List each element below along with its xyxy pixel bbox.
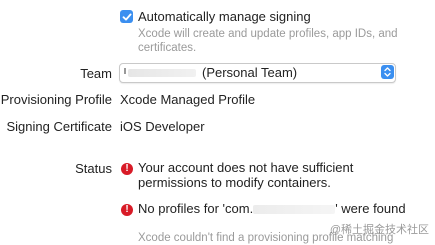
provisioning-profile-label: Provisioning Profile (0, 92, 112, 107)
checkmark-icon (122, 13, 131, 20)
status-error-message: Your account does not have sufficient pe… (138, 160, 354, 190)
team-value-suffix: (Personal Team) (202, 65, 298, 80)
provisioning-profile-value: Xcode Managed Profile (120, 92, 256, 107)
error-suffix: ' were found (335, 201, 406, 216)
team-select[interactable]: (Personal Team) (119, 63, 396, 83)
auto-manage-signing-hint: Xcode will create and update profiles, a… (138, 28, 398, 54)
signing-certificate-value: iOS Developer (120, 119, 205, 134)
auto-manage-signing-checkbox[interactable] (120, 10, 133, 23)
error-icon: ! (121, 204, 133, 216)
team-label: Team (80, 66, 112, 81)
auto-manage-signing-label[interactable]: Automatically manage signing (138, 9, 311, 24)
status-label: Status (75, 161, 112, 176)
status-error-message: No profiles for 'com. ' were found (138, 201, 408, 216)
team-name-redacted (128, 69, 196, 77)
error-icon: ! (121, 163, 133, 175)
select-stepper-icon[interactable] (381, 65, 394, 79)
watermark: @稀土掘金技术社区 (329, 224, 429, 236)
signing-certificate-label: Signing Certificate (6, 119, 113, 134)
redacted-marker (124, 68, 126, 74)
error-prefix: No profiles for 'com. (138, 201, 254, 216)
bundle-id-redacted (253, 205, 336, 215)
